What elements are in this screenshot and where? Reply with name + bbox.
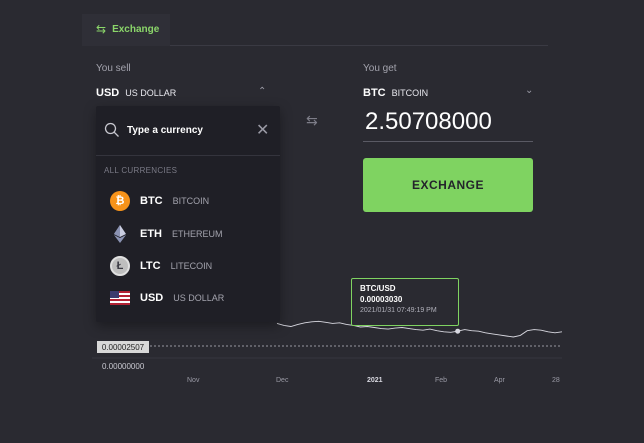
option-code: LTC	[140, 260, 161, 272]
chevron-up-icon[interactable]: ⌃	[258, 86, 266, 97]
tab-exchange[interactable]: ⇆ Exchange	[82, 14, 170, 46]
litecoin-icon: Ł	[110, 256, 130, 276]
get-amount-field[interactable]: 2.50708000	[363, 104, 533, 142]
sell-currency-selector[interactable]: USD US DOLLAR	[96, 87, 176, 99]
x-tick-label: 2021	[367, 377, 383, 384]
currency-dropdown: Type a currency ✕ ALL CURRENCIES ₿ BTC B…	[96, 106, 280, 322]
section-label: ALL CURRENCIES	[104, 166, 178, 175]
ethereum-icon	[110, 224, 130, 244]
get-currency-code: BTC	[363, 87, 386, 99]
currency-option-ltc[interactable]: Ł LTC LITECOIN	[110, 255, 212, 277]
option-code: ETH	[140, 228, 162, 240]
x-tick-label: Dec	[276, 377, 289, 384]
chevron-down-icon[interactable]: ⌄	[525, 85, 533, 96]
exchange-button[interactable]: EXCHANGE	[363, 158, 533, 212]
hover-point[interactable]	[455, 328, 461, 334]
option-name: LITECOIN	[170, 261, 213, 271]
get-currency-selector[interactable]: BTC BITCOIN	[363, 87, 428, 99]
x-tick-label: Nov	[187, 377, 200, 384]
get-label: You get	[363, 63, 397, 74]
tab-exchange-label: Exchange	[112, 23, 160, 35]
sell-currency-code: USD	[96, 87, 120, 99]
option-code: USD	[140, 292, 164, 304]
baseline-label: 0.00000000	[102, 362, 145, 371]
currency-search: Type a currency ✕	[96, 106, 280, 156]
option-code: BTC	[140, 195, 163, 207]
chart-tooltip: BTC/USD 0.00003030 2021/01/31 07:49:19 P…	[351, 278, 459, 326]
sell-label: You sell	[96, 63, 131, 74]
tooltip-pair: BTC/USD	[360, 284, 396, 293]
currency-option-usd[interactable]: USD US DOLLAR	[110, 287, 224, 309]
tooltip-value: 0.00003030	[360, 295, 403, 304]
x-tick-label: 28	[552, 377, 560, 384]
bitcoin-icon: ₿	[110, 191, 130, 211]
tab-bar: ⇆ Exchange	[82, 14, 548, 46]
get-currency-name: BITCOIN	[391, 88, 429, 98]
option-name: US DOLLAR	[173, 293, 225, 303]
swap-icon[interactable]: ⇆	[306, 113, 318, 129]
x-tick-label: Feb	[435, 377, 448, 384]
x-tick-label: Apr	[494, 377, 505, 384]
us-flag-icon	[110, 291, 130, 305]
option-name: BITCOIN	[172, 196, 210, 206]
search-icon	[104, 122, 119, 137]
current-price-tag: 0.00002507	[97, 341, 149, 353]
close-icon[interactable]: ✕	[256, 120, 269, 139]
currency-option-eth[interactable]: ETH ETHEREUM	[110, 223, 223, 245]
tooltip-time: 2021/01/31 07:49:19 PM	[360, 307, 437, 314]
sell-currency-name: US DOLLAR	[125, 88, 177, 98]
currency-option-btc[interactable]: ₿ BTC BITCOIN	[110, 190, 209, 212]
option-name: ETHEREUM	[172, 229, 223, 239]
exchange-arrows-icon: ⇆	[96, 22, 107, 36]
currency-search-input[interactable]: Type a currency	[127, 125, 203, 136]
